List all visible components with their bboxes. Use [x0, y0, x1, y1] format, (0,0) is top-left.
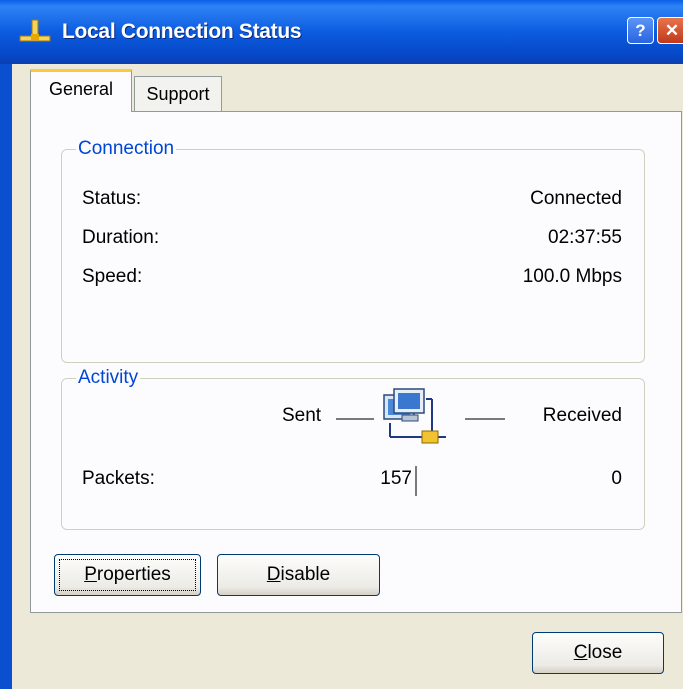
packets-divider	[415, 466, 417, 496]
connection-group-title: Connection	[76, 138, 177, 160]
window-frame	[0, 64, 12, 689]
sent-line	[336, 418, 374, 420]
tab-general[interactable]: General	[30, 69, 132, 112]
connection-group: Connection Status: Connected Duration: 0…	[61, 138, 645, 363]
close-label: lose	[587, 642, 623, 663]
tab-panel-general: Connection Status: Connected Duration: 0…	[30, 111, 682, 613]
dialog-window: Local Connection Status ? ✕ General Supp…	[0, 0, 683, 689]
tab-support[interactable]: Support	[134, 76, 222, 112]
disable-label: isable	[280, 564, 331, 585]
window-close-button[interactable]: ✕	[657, 17, 683, 44]
close-button[interactable]: Close	[532, 632, 664, 674]
received-line	[465, 418, 505, 420]
status-label: Status:	[82, 188, 142, 209]
activity-group-title: Activity	[76, 367, 141, 389]
status-value: Connected	[530, 188, 622, 209]
sent-label: Sent	[282, 405, 322, 426]
disable-accel: D	[266, 564, 281, 585]
focus-rectangle	[59, 559, 196, 591]
duration-value: 02:37:55	[548, 227, 622, 248]
window-title: Local Connection Status	[62, 20, 302, 43]
help-button[interactable]: ?	[627, 17, 654, 44]
network-computers-icon	[383, 388, 446, 444]
duration-label: Duration:	[82, 227, 160, 248]
packets-sent-value: 157	[380, 468, 412, 489]
received-label: Received	[542, 405, 622, 426]
packets-label: Packets:	[82, 468, 155, 489]
activity-group: Activity Sent Received Packets: 157 0	[61, 367, 645, 530]
speed-value: 100.0 Mbps	[522, 266, 622, 287]
network-connection-icon	[19, 19, 51, 42]
title-bar[interactable]: Local Connection Status ? ✕	[0, 0, 683, 64]
disable-button[interactable]: Disable	[217, 554, 380, 596]
properties-button[interactable]: Properties	[54, 554, 201, 596]
dialog-body: General Support Connection Status: Conne…	[12, 64, 683, 689]
speed-label: Speed:	[82, 266, 143, 287]
close-accel: C	[573, 642, 588, 663]
packets-received-value: 0	[611, 468, 622, 489]
